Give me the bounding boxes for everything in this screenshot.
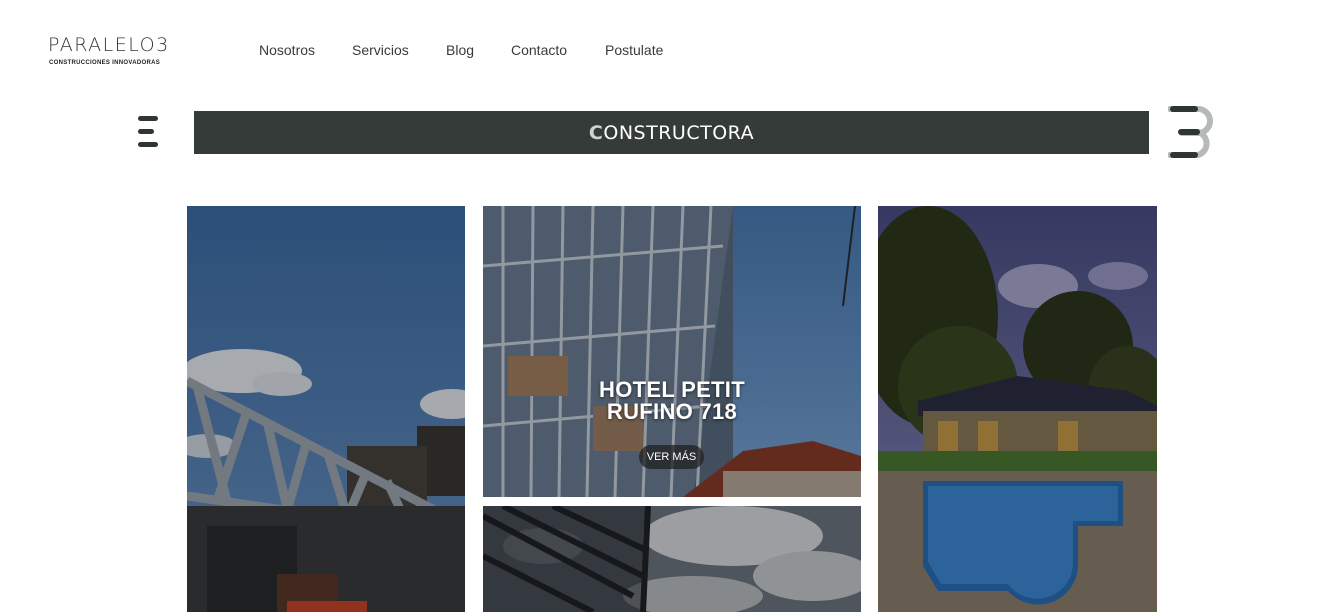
- project-title: HOTEL PETIT RUFINO 718: [483, 379, 861, 423]
- image-overlay: [483, 506, 861, 612]
- project-title-line1: HOTEL PETIT: [599, 377, 745, 402]
- nav-item-servicios[interactable]: Servicios: [352, 42, 409, 58]
- section-title-initial: C: [588, 121, 604, 144]
- project-card-pool-house[interactable]: [878, 206, 1157, 612]
- nav-item-postulate[interactable]: Postulate: [605, 42, 663, 58]
- section-banner: CONSTRUCTORA: [194, 111, 1149, 154]
- image-overlay: [878, 206, 1157, 612]
- section-title-rest: ONSTRUCTORA: [603, 121, 755, 144]
- nav-item-blog[interactable]: Blog: [446, 42, 474, 58]
- project-title-line2: RUFINO 718: [606, 399, 738, 424]
- project-card-steel-truss[interactable]: [187, 206, 465, 612]
- section-title: CONSTRUCTORA: [589, 122, 754, 144]
- logo-wordmark: PARALELO3: [48, 34, 170, 56]
- logo[interactable]: PARALELO3 CONSTRUCCIONES INNOVADORAS: [48, 34, 178, 70]
- project-card-hotel-petit[interactable]: HOTEL PETIT RUFINO 718 VER MÁS: [483, 206, 861, 497]
- ver-mas-button[interactable]: VER MÁS: [639, 445, 704, 469]
- image-overlay: [187, 206, 465, 612]
- brand-bars-icon: [138, 116, 160, 149]
- project-card-pergola[interactable]: [483, 506, 861, 612]
- logo-tagline: CONSTRUCCIONES INNOVADORAS: [49, 60, 161, 66]
- brand-three-icon: [1168, 106, 1213, 158]
- nav-item-nosotros[interactable]: Nosotros: [259, 42, 315, 58]
- nav-item-contacto[interactable]: Contacto: [511, 42, 567, 58]
